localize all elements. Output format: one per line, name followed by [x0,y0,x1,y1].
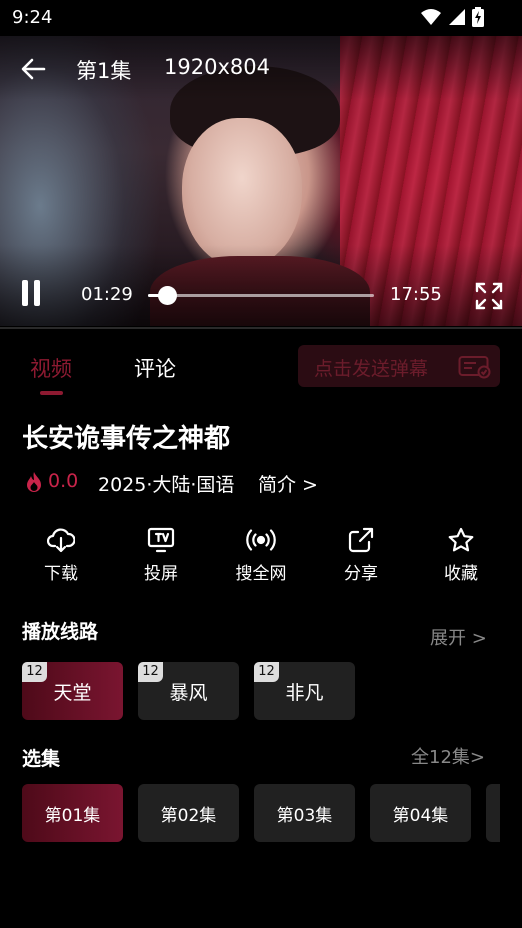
current-time: 01:29 [81,284,133,305]
line-chip-label: 暴风 [169,681,208,704]
line-episode-count-badge: 12 [254,662,279,682]
back-button[interactable] [18,54,48,84]
status-bar: 9:24 [0,0,522,36]
battery-charging-icon [472,7,484,27]
cast-tv-icon [147,527,175,553]
wifi-icon [421,9,441,25]
action-row: 下载 投屏 搜全网 分享 收藏 [0,525,522,587]
broadcast-icon [246,529,276,551]
all-episodes-link[interactable]: 全12集> [411,743,485,769]
cast-button[interactable]: 投屏 [121,525,201,584]
share-label: 分享 [344,564,378,584]
fullscreen-button[interactable] [474,281,504,311]
episode-chip-03[interactable]: 第03集 [254,784,355,842]
episode-chip-overflow[interactable] [486,784,500,842]
star-icon [448,527,474,552]
tab-active-indicator [40,391,63,395]
show-intro-link[interactable]: 简介 > [258,470,318,497]
line-chip-tiantang[interactable]: 12 天堂 [22,662,123,720]
line-episode-count-badge: 12 [22,662,47,682]
line-chip-label: 非凡 [285,681,324,704]
download-label: 下载 [44,564,78,584]
show-title: 长安诡事传之神都 [22,424,231,454]
send-danmaku-button[interactable]: 点击发送弹幕 [298,345,500,387]
player-resolution: 1920x804 [164,55,270,79]
pause-icon-bar-right [34,280,40,306]
progress-bar[interactable] [148,286,374,305]
lines-expand-link[interactable]: 展开 > [430,624,487,650]
favorite-label: 收藏 [444,564,478,584]
progress-thumb[interactable] [157,286,177,305]
show-year-region-language: 2025·大陆·国语 [98,474,235,496]
pause-icon-bar-left [22,280,28,306]
pause-button[interactable] [22,280,46,310]
player-controls: 01:29 17:55 [0,278,522,312]
favorite-button[interactable]: 收藏 [421,525,501,584]
fullscreen-icon [475,282,503,310]
lines-section-title: 播放线路 [22,621,99,643]
share-button[interactable]: 分享 [321,525,401,584]
cast-label: 投屏 [144,564,178,584]
divider [0,327,522,329]
back-arrow-icon [21,58,46,80]
show-meta-row: 0.0 2025·大陆·国语 简介 > [24,468,504,498]
status-icons [420,7,484,27]
line-chip-baofeng[interactable]: 12 暴风 [138,662,239,720]
tab-comments[interactable]: 评论 [134,353,176,383]
detail-tabs: 视频 评论 点击发送弹幕 [0,345,522,401]
flame-icon [27,472,41,492]
episode-chip-01[interactable]: 第01集 [22,784,123,842]
tab-video[interactable]: 视频 [30,353,72,383]
show-rating: 0.0 [48,470,79,492]
line-chip-feifan[interactable]: 12 非凡 [254,662,355,720]
line-episode-count-badge: 12 [138,662,163,682]
download-icon [47,528,75,553]
player-top-bar: 第1集 1920x804 [0,50,522,86]
episode-chip-04[interactable]: 第04集 [370,784,471,842]
player-episode-title: 第1集 [76,59,132,83]
episodes-section-title: 选集 [22,748,61,770]
line-chip-label: 天堂 [53,681,92,704]
episode-chip-02[interactable]: 第02集 [138,784,239,842]
download-button[interactable]: 下载 [21,525,101,584]
search-web-button[interactable]: 搜全网 [221,525,301,584]
search-web-label: 搜全网 [235,564,287,584]
status-time: 9:24 [12,7,53,28]
danmaku-settings-icon [458,356,491,379]
share-icon [348,527,374,553]
send-danmaku-label: 点击发送弹幕 [314,358,429,380]
total-time: 17:55 [390,284,442,305]
signal-icon [449,9,465,25]
